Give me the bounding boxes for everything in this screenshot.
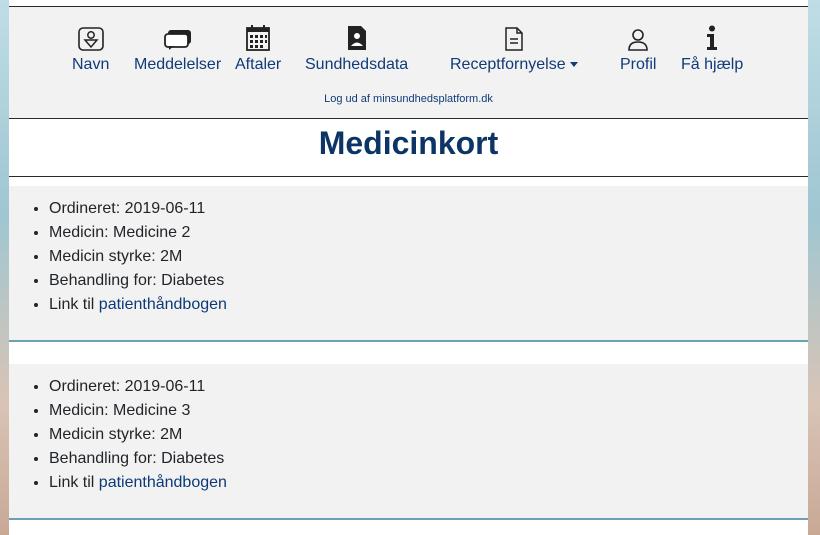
link-prefix: Link til — [49, 474, 99, 491]
nav-label-name: Navn — [72, 56, 110, 73]
nav-item-help[interactable]: Få hjælp — [681, 25, 743, 74]
medication-card: Ordineret: 2019-06-11 Medicin: Medicine … — [9, 364, 808, 520]
nav-label-help: Få hjælp — [681, 56, 744, 73]
patient-handbook-link[interactable]: patienthåndbogen — [99, 474, 227, 491]
nav-item-profile[interactable]: Profil — [620, 25, 656, 74]
chat-bubbles-icon — [163, 25, 192, 51]
medicine-name: Medicin: Medicine 3 — [49, 399, 808, 423]
person-icon — [627, 25, 649, 51]
nav-item-messages[interactable]: Meddelelser — [134, 25, 221, 74]
nav-label-messages: Meddelelser — [134, 56, 222, 73]
treatment-for: Behandling for: Diabetes — [49, 447, 808, 471]
page-title-bar: Medicinkort — [9, 119, 808, 177]
medicine-strength: Medicin styrke: 2M — [49, 245, 808, 269]
info-icon — [705, 25, 719, 51]
prescription-label-text: Receptfornyelse — [450, 56, 566, 73]
link-prefix: Link til — [49, 296, 99, 313]
nav-label-prescription-renewal: Receptfornyelse — [450, 56, 578, 74]
nav-label-health-data: Sundhedsdata — [305, 56, 409, 73]
nav-item-prescription-renewal[interactable]: Receptfornyelse — [450, 25, 578, 74]
prescription-document-icon — [505, 25, 523, 51]
ordered-date: Ordineret: 2019-06-11 — [49, 375, 808, 399]
medication-details-list: Ordineret: 2019-06-11 Medicin: Medicine … — [9, 186, 808, 317]
patient-handbook-link[interactable]: patienthåndbogen — [99, 296, 227, 313]
medicine-strength: Medicin styrke: 2M — [49, 423, 808, 447]
nav-item-health-data[interactable]: Sundhedsdata — [305, 25, 408, 74]
calendar-icon — [246, 25, 271, 51]
medication-card: Ordineret: 2019-06-11 Medicin: Medicine … — [9, 186, 808, 342]
page-title: Medicinkort — [318, 125, 499, 161]
nav-item-appointments[interactable]: Aftaler — [235, 25, 281, 74]
nav-label-appointments: Aftaler — [235, 56, 282, 73]
main-navbar: Navn Meddelelser Aftaler Sundhedsdata Re… — [9, 7, 808, 119]
nav-item-name[interactable]: Navn — [72, 25, 109, 74]
chevron-down-icon — [569, 62, 578, 68]
name-badge-icon — [77, 25, 104, 51]
nav-label-profile: Profil — [620, 56, 657, 73]
treatment-for: Behandling for: Diabetes — [49, 269, 808, 293]
medication-details-list: Ordineret: 2019-06-11 Medicin: Medicine … — [9, 364, 808, 495]
handbook-link-item: Link til patienthåndbogen — [49, 471, 808, 495]
medicine-name: Medicin: Medicine 2 — [49, 221, 808, 245]
health-document-icon — [347, 25, 367, 51]
ordered-date: Ordineret: 2019-06-11 — [49, 197, 808, 221]
handbook-link-item: Link til patienthåndbogen — [49, 293, 808, 317]
logout-link[interactable]: Log ud af minsundhedsplatform.dk — [9, 93, 808, 105]
page-frame: Navn Meddelelser Aftaler Sundhedsdata Re… — [9, 0, 808, 535]
